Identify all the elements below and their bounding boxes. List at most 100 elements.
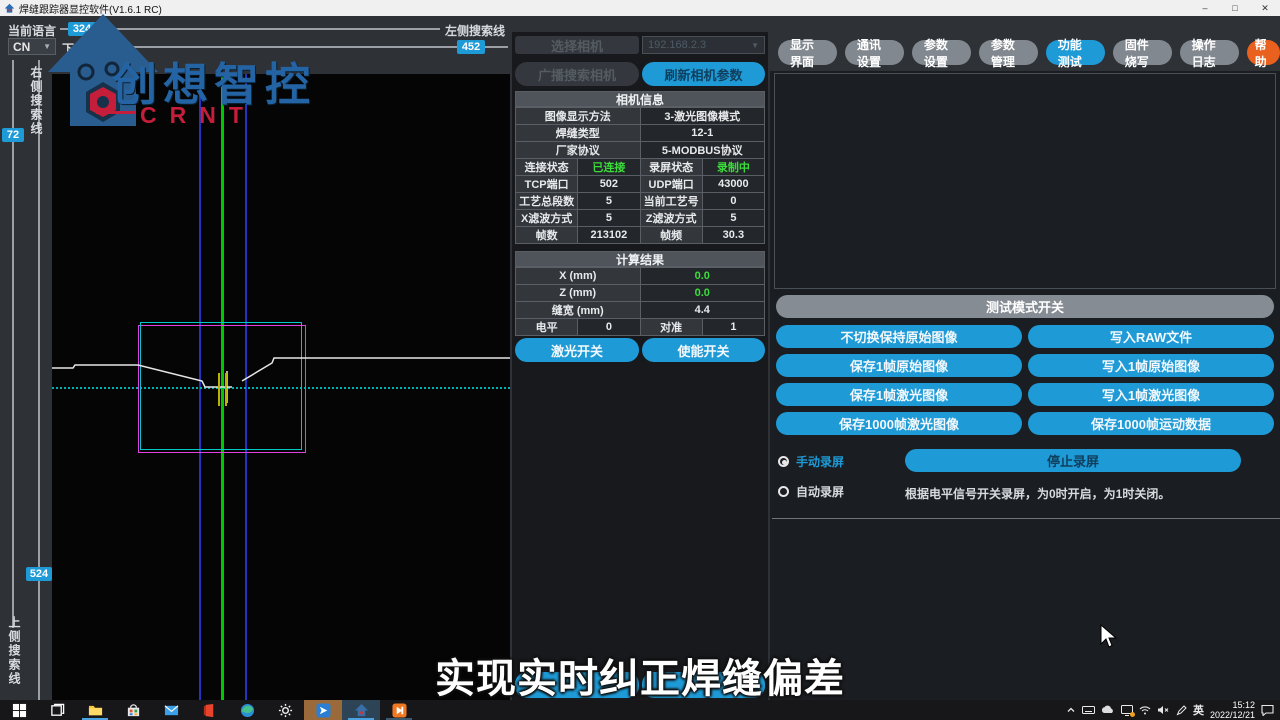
left-slider-b-track[interactable] — [38, 60, 40, 700]
info-label: TCP端口 — [516, 176, 578, 193]
table-row: 厂家协议 5-MODBUS协议 — [516, 142, 765, 159]
tab-param-settings[interactable]: 参数设置 — [912, 40, 971, 65]
notification-dot — [1130, 712, 1135, 717]
keyboard-icon[interactable] — [1082, 705, 1095, 715]
windows-logo-icon — [12, 703, 27, 718]
info-label: 连接状态 — [516, 159, 578, 176]
clock[interactable]: 15:12 2022/12/21 — [1210, 700, 1255, 720]
seam-width-value: 4.4 — [640, 302, 765, 319]
system-tray: 英 15:12 2022/12/21 — [1066, 700, 1280, 720]
left-slider-b-handle[interactable]: 524 — [26, 567, 52, 581]
tab-param-manage[interactable]: 参数管理 — [979, 40, 1038, 65]
broadcast-search-button: 广播搜索相机 — [515, 62, 639, 86]
table-row: 帧数 213102 帧频 30.3 — [516, 227, 765, 244]
table-row: Z (mm) 0.0 — [516, 285, 765, 302]
test-mode-switch-button[interactable]: 测试模式开关 — [776, 295, 1274, 318]
save-1000-motion-button[interactable]: 保存1000帧运动数据 — [1028, 412, 1274, 435]
info-value: 43000 — [702, 176, 764, 193]
manual-record-radio[interactable] — [778, 456, 789, 467]
refresh-camera-params-button[interactable]: 刷新相机参数 — [642, 62, 765, 86]
settings-button[interactable] — [266, 700, 304, 720]
mail-button[interactable] — [152, 700, 190, 720]
clock-date: 2022/12/21 — [1210, 710, 1255, 720]
save-1-original-button[interactable]: 保存1帧原始图像 — [776, 354, 1022, 377]
calc-results-header: 计算结果 — [515, 251, 765, 267]
tab-firmware[interactable]: 固件烧写 — [1113, 40, 1172, 65]
tab-operation-log[interactable]: 操作日志 — [1180, 40, 1239, 65]
function-test-panel: 测试模式开关 不切换保持原始图像 写入RAW文件 保存1帧原始图像 写入1帧原始… — [770, 71, 1280, 716]
camera-ip-value: 192.168.2.3 — [648, 39, 706, 51]
pen-icon[interactable] — [1176, 705, 1187, 716]
tray-expand-icon[interactable] — [1066, 705, 1076, 715]
display-notification-icon[interactable] — [1121, 705, 1133, 716]
tab-function-test[interactable]: 功能测试 — [1046, 40, 1105, 65]
table-row: 缝宽 (mm) 4.4 — [516, 302, 765, 319]
save-1000-laser-button[interactable]: 保存1000帧激光图像 — [776, 412, 1022, 435]
start-button[interactable] — [0, 700, 38, 720]
messenger-app-button[interactable] — [304, 700, 342, 720]
laser-profile-line — [52, 74, 510, 716]
connection-status: 已连接 — [578, 159, 640, 176]
onedrive-cloud-icon[interactable] — [1101, 705, 1115, 715]
edge-icon — [240, 703, 255, 718]
edge-button[interactable] — [228, 700, 266, 720]
second-slider-handle[interactable]: 452 — [457, 40, 485, 54]
left-slider-a-handle[interactable]: 72 — [2, 128, 24, 142]
minimize-icon[interactable]: – — [1190, 0, 1220, 16]
laser-switch-button[interactable]: 激光开关 — [515, 338, 639, 362]
info-value: 5 — [578, 193, 640, 210]
task-view-button[interactable] — [38, 700, 76, 720]
info-label: UDP端口 — [640, 176, 702, 193]
left-slider-a-track[interactable] — [12, 60, 14, 628]
table-row: 焊缝类型 12-1 — [516, 125, 765, 142]
enable-switch-button[interactable]: 使能开关 — [642, 338, 765, 362]
info-label: 工艺总段数 — [516, 193, 578, 210]
store-button[interactable] — [114, 700, 152, 720]
left-search-line-label: 左侧搜索线 — [445, 22, 505, 39]
tab-comm-settings[interactable]: 通讯设置 — [845, 40, 904, 65]
info-label: X滤波方式 — [516, 210, 578, 227]
file-explorer-button[interactable] — [76, 700, 114, 720]
media-app-icon — [392, 703, 407, 718]
ime-indicator[interactable]: 英 — [1193, 702, 1204, 718]
table-row: X (mm) 0.0 — [516, 268, 765, 285]
table-row: 连接状态 已连接 录屏状态 录制中 — [516, 159, 765, 176]
calc-label: 电平 — [516, 319, 578, 336]
write-1-laser-button[interactable]: 写入1帧激光图像 — [1028, 383, 1274, 406]
folder-icon — [88, 703, 103, 718]
clock-time: 15:12 — [1232, 700, 1255, 710]
camera-ip-select: 192.168.2.3 ▼ — [642, 36, 765, 54]
task-view-icon — [50, 703, 65, 718]
app-icon — [4, 3, 15, 14]
tab-display[interactable]: 显示界面 — [778, 40, 837, 65]
level-value: 0 — [578, 319, 640, 336]
info-value: 12-1 — [640, 125, 765, 142]
auto-record-label: 自动录屏 — [796, 483, 844, 500]
office-button[interactable] — [190, 700, 228, 720]
tab-help[interactable]: 帮助 — [1247, 40, 1280, 65]
weld-app-button[interactable] — [342, 700, 380, 720]
action-center-icon[interactable] — [1261, 704, 1274, 716]
save-1-laser-button[interactable]: 保存1帧激光图像 — [776, 383, 1022, 406]
stop-record-button[interactable]: 停止录屏 — [905, 449, 1241, 472]
gear-icon — [278, 703, 293, 718]
taskbar: 英 15:12 2022/12/21 — [0, 700, 1280, 720]
keep-original-image-button[interactable]: 不切换保持原始图像 — [776, 325, 1022, 348]
media-app-button[interactable] — [380, 700, 418, 720]
network-icon[interactable] — [1139, 705, 1151, 715]
info-value: 3-激光图像模式 — [640, 108, 765, 125]
calc-label: 缝宽 (mm) — [516, 302, 641, 319]
info-value: 5-MODBUS协议 — [640, 142, 765, 159]
calc-label: X (mm) — [516, 268, 641, 285]
calc-label: Z (mm) — [516, 285, 641, 302]
auto-record-radio[interactable] — [778, 486, 789, 497]
z-offset-value: 0.0 — [640, 285, 765, 302]
frame-rate: 30.3 — [702, 227, 764, 244]
info-label: 帧数 — [516, 227, 578, 244]
maximize-icon[interactable]: □ — [1220, 0, 1250, 16]
volume-muted-icon[interactable] — [1157, 705, 1170, 715]
write-raw-file-button[interactable]: 写入RAW文件 — [1028, 325, 1274, 348]
table-row: TCP端口 502 UDP端口 43000 — [516, 176, 765, 193]
close-icon[interactable]: ✕ — [1250, 0, 1280, 16]
write-1-original-button[interactable]: 写入1帧原始图像 — [1028, 354, 1274, 377]
